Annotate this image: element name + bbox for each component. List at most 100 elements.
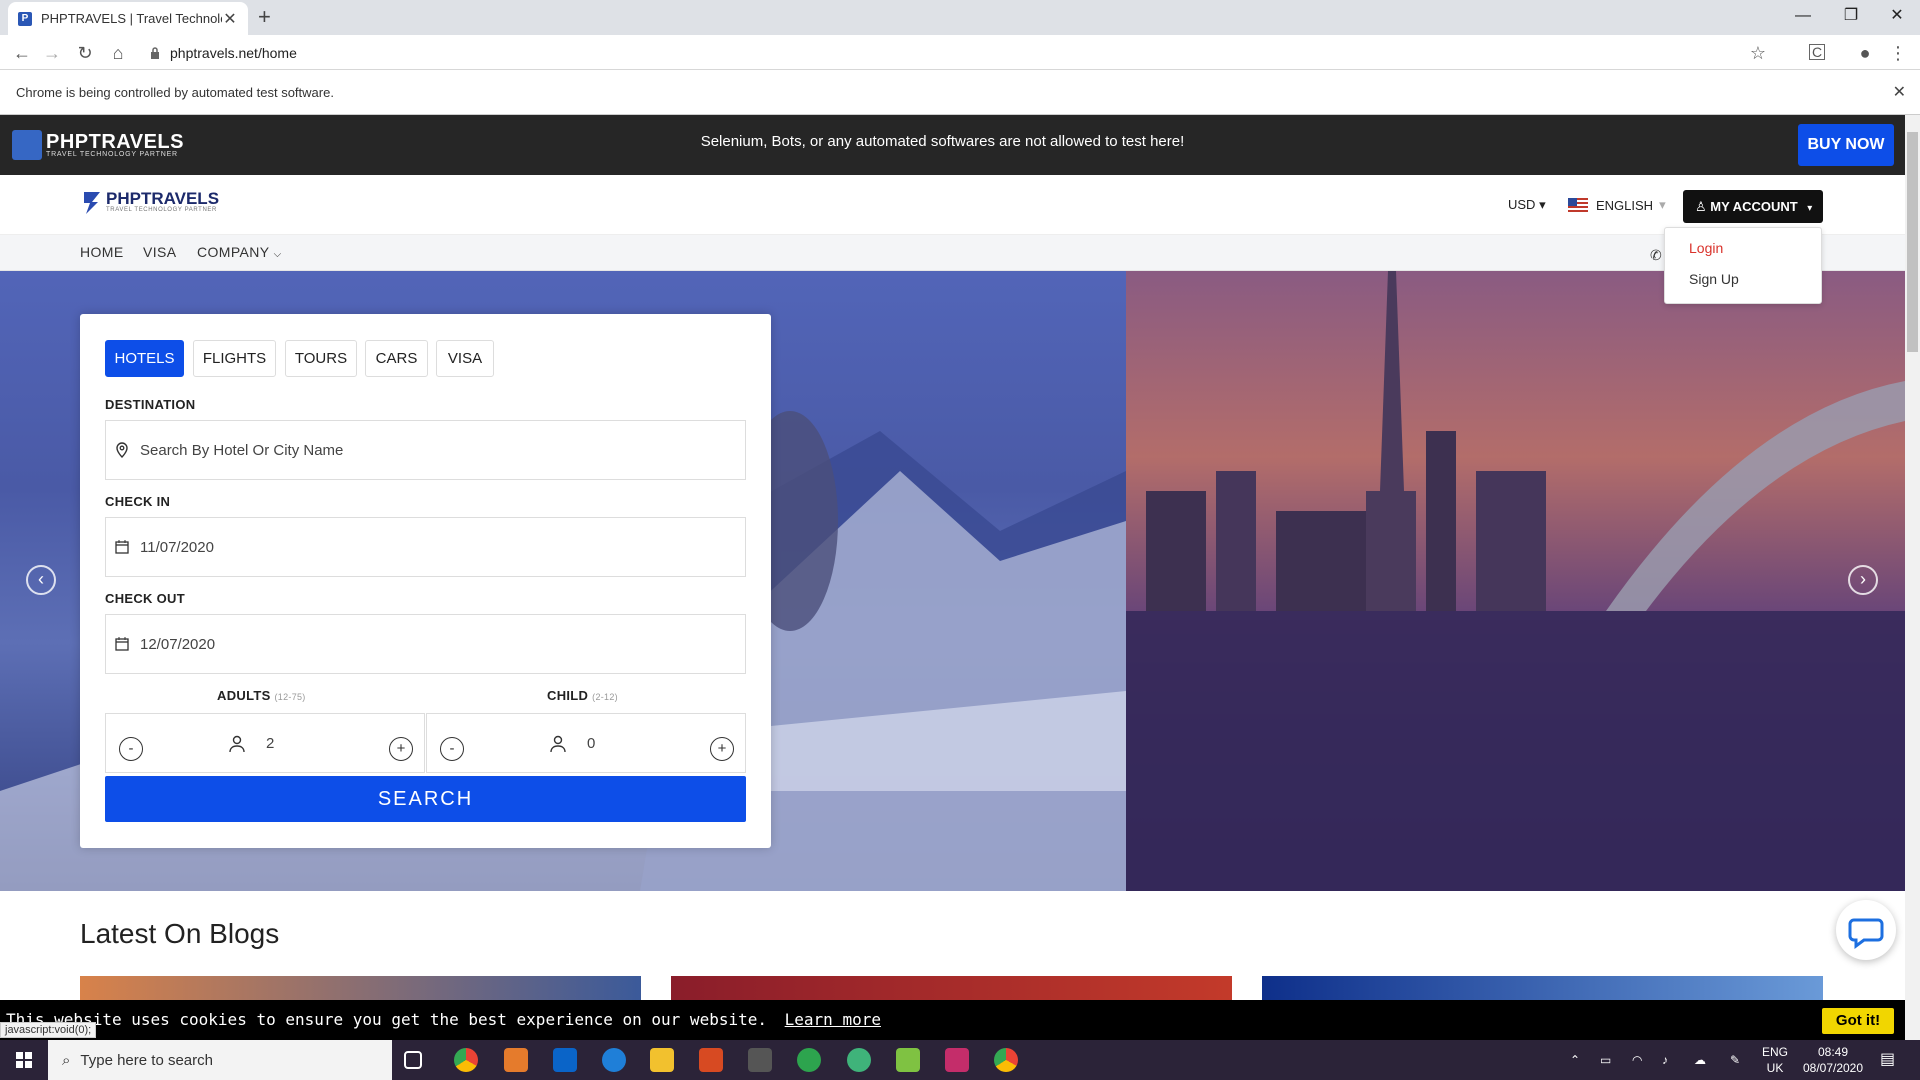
battery-icon[interactable]: ▭ xyxy=(1600,1052,1611,1068)
blog-thumbnail[interactable] xyxy=(1262,976,1823,1000)
browser-tab[interactable]: P PHPTRAVELS | Travel Technology ✕ xyxy=(8,2,248,35)
currency-selector[interactable]: USD ▾ xyxy=(1508,197,1546,213)
blog-thumbnail[interactable] xyxy=(671,976,1232,1000)
account-dropdown: Login Sign Up xyxy=(1664,227,1822,304)
profile-icon[interactable]: ● xyxy=(1853,43,1877,63)
search-button[interactable]: SEARCH xyxy=(105,776,746,822)
new-tab-icon[interactable]: + xyxy=(258,5,271,29)
tab-visa[interactable]: VISA xyxy=(436,340,494,377)
start-button[interactable] xyxy=(0,1040,48,1080)
scrollbar-thumb[interactable] xyxy=(1907,132,1918,352)
wifi-icon[interactable]: ◠ xyxy=(1632,1052,1642,1068)
user-icon: ♙ xyxy=(1695,199,1711,214)
url-input[interactable]: phptravels.net/home ☆ xyxy=(140,39,1774,67)
banner-logo-subtitle: TRAVEL TECHNOLOGY PARTNER xyxy=(46,150,178,158)
language-selector[interactable]: ENGLISH ▾ xyxy=(1568,197,1666,213)
restore-icon[interactable]: ❐ xyxy=(1828,4,1874,30)
blog-thumbnail[interactable] xyxy=(80,976,641,1000)
close-tab-icon[interactable]: ✕ xyxy=(222,9,238,29)
person-icon xyxy=(229,735,245,753)
pen-icon[interactable]: ✎ xyxy=(1730,1052,1740,1068)
task-view-icon[interactable] xyxy=(404,1051,422,1069)
search-icon: ⌕ xyxy=(62,1051,71,1069)
windows-taskbar: ⌕ Type here to search ⌃ ▭ ◠ ♪ ☁ ✎ ENG UK… xyxy=(0,1040,1920,1080)
buy-now-button[interactable]: BUY NOW xyxy=(1798,124,1894,166)
caret-down-icon: ▾ xyxy=(1807,203,1813,214)
destination-input[interactable]: Search By Hotel Or City Name xyxy=(105,420,746,480)
url-text: phptravels.net/home xyxy=(170,45,297,61)
tab-flights[interactable]: FLIGHTS xyxy=(193,340,276,377)
site-favicon-icon: P xyxy=(18,11,32,26)
reload-icon[interactable]: ↻ xyxy=(73,43,97,63)
clock-date: 08/07/2020 xyxy=(1802,1061,1864,1075)
adults-label: ADULTS (12-75) xyxy=(217,688,306,703)
forward-icon[interactable]: → xyxy=(40,43,64,63)
adults-decrement-button[interactable]: - xyxy=(119,737,143,761)
map-pin-icon xyxy=(116,442,128,458)
tab-hotels[interactable]: HOTELS xyxy=(105,340,184,377)
chrome-icon[interactable] xyxy=(994,1048,1018,1072)
lock-icon xyxy=(151,47,159,59)
child-increment-button[interactable]: + xyxy=(710,737,734,761)
volume-icon[interactable]: ♪ xyxy=(1662,1052,1668,1068)
adults-label-text: ADULTS xyxy=(217,688,271,703)
close-window-icon[interactable]: ✕ xyxy=(1874,4,1920,30)
site-logo[interactable]: PHPTRAVELS TRAVEL TECHNOLOGY PARTNER xyxy=(80,188,219,216)
app-icon[interactable] xyxy=(847,1048,871,1072)
home-icon[interactable]: ⌂ xyxy=(106,43,130,63)
intellij-icon[interactable] xyxy=(945,1048,969,1072)
checkin-input[interactable]: 11/07/2020 xyxy=(105,517,746,577)
back-icon[interactable]: ← xyxy=(10,43,34,63)
bookmark-star-icon[interactable]: ☆ xyxy=(1750,43,1766,64)
checkin-value: 11/07/2020 xyxy=(140,538,214,556)
signup-link[interactable]: Sign Up xyxy=(1689,271,1739,287)
office-icon[interactable] xyxy=(699,1048,723,1072)
nav-visa[interactable]: VISA xyxy=(143,244,177,260)
kotlin-icon[interactable] xyxy=(896,1048,920,1072)
taskbar-search[interactable]: ⌕ Type here to search xyxy=(48,1040,392,1080)
extension-icon[interactable]: C xyxy=(1809,44,1825,60)
chat-widget-button[interactable] xyxy=(1836,900,1896,960)
logo-mark-icon xyxy=(84,192,100,214)
checkin-label: CHECK IN xyxy=(105,494,171,509)
nav-home[interactable]: HOME xyxy=(80,244,124,260)
calculator-icon[interactable] xyxy=(748,1048,772,1072)
nav-company[interactable]: COMPANY ⌵ xyxy=(197,244,282,260)
edge-icon[interactable] xyxy=(602,1048,626,1072)
adults-count: 2 xyxy=(266,735,275,752)
language-indicator[interactable]: ENG UK xyxy=(1762,1044,1788,1076)
adults-increment-button[interactable]: + xyxy=(389,737,413,761)
whatsapp-icon[interactable] xyxy=(797,1048,821,1072)
my-account-button[interactable]: ♙ MY ACCOUNT ▾ xyxy=(1683,190,1823,223)
menu-dots-icon[interactable]: ⋮ xyxy=(1886,43,1910,63)
clock-time: 08:49 xyxy=(1817,1045,1849,1059)
login-link[interactable]: Login xyxy=(1689,240,1723,256)
tab-tours[interactable]: TOURS xyxy=(285,340,357,377)
learn-more-link[interactable]: Learn more xyxy=(785,1010,881,1029)
slider-prev-icon[interactable]: ‹ xyxy=(26,565,56,595)
cookie-text: This website uses cookies to ensure you … xyxy=(6,1010,767,1029)
slider-next-icon[interactable]: › xyxy=(1848,565,1878,595)
lang-code: ENG xyxy=(1762,1045,1789,1059)
calendar-icon xyxy=(115,540,129,554)
chrome-icon[interactable] xyxy=(454,1048,478,1072)
header-logo-subtitle: TRAVEL TECHNOLOGY PARTNER xyxy=(106,207,217,213)
tab-cars[interactable]: CARS xyxy=(365,340,428,377)
app-icon[interactable] xyxy=(504,1048,528,1072)
file-explorer-icon[interactable] xyxy=(650,1048,674,1072)
show-hidden-icons-icon[interactable]: ⌃ xyxy=(1570,1052,1580,1068)
language-label: ENGLISH xyxy=(1596,197,1654,213)
notifications-icon[interactable]: ▤ xyxy=(1880,1052,1895,1068)
onedrive-icon[interactable]: ☁ xyxy=(1694,1052,1706,1068)
clock[interactable]: 08:49 08/07/2020 xyxy=(1800,1044,1866,1076)
checkout-input[interactable]: 12/07/2020 xyxy=(105,614,746,674)
close-infobar-icon[interactable]: ✕ xyxy=(1893,70,1906,115)
minimize-icon[interactable]: — xyxy=(1780,4,1826,30)
calendar-icon xyxy=(115,637,129,651)
top-banner: PHPTRAVELS TRAVEL TECHNOLOGY PARTNER Sel… xyxy=(0,115,1905,175)
currency-label: USD xyxy=(1508,197,1536,212)
outlook-icon[interactable] xyxy=(553,1048,577,1072)
child-decrement-button[interactable]: - xyxy=(440,737,464,761)
cookie-accept-button[interactable]: Got it! xyxy=(1822,1008,1894,1034)
checkout-label: CHECK OUT xyxy=(105,591,185,606)
